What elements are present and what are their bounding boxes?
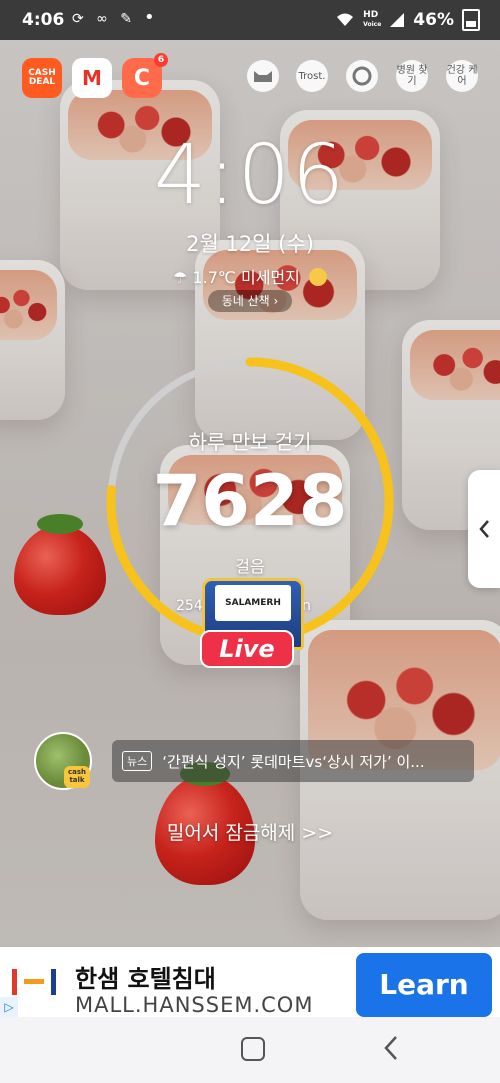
cat-icon — [254, 71, 272, 82]
wifi-icon — [337, 13, 354, 26]
trost-app-icon[interactable]: Trost. — [296, 60, 328, 92]
ad-banner[interactable]: 한샘 호텔침대 MALL.HANSSEM.COM Learn ▷ — [0, 947, 500, 1017]
health-label: 건강 케어 — [446, 65, 478, 87]
lock-clock: 4:06 — [153, 128, 347, 223]
status-time: 4:06 — [22, 10, 65, 30]
live-event-button[interactable]: SALAMERH Live — [196, 570, 304, 674]
status-bar: 4:06 ⟳ ∞ ✎ • HD Voice 46% — [0, 0, 500, 40]
back-button[interactable] — [380, 1031, 404, 1065]
m-app-label: M — [82, 66, 102, 90]
navigation-bar — [0, 1017, 500, 1083]
chip-app-icon[interactable] — [346, 60, 378, 92]
signal-icon — [390, 13, 405, 27]
chevron-right-icon: › — [273, 294, 279, 308]
ad-learn-button[interactable]: Learn — [356, 953, 492, 1017]
trost-label: Trost. — [298, 70, 326, 82]
hospital-label: 병원 찾기 — [396, 65, 428, 87]
cashdeal-app-icon[interactable]: CASH DEAL — [22, 58, 62, 98]
live-label: Live — [200, 630, 294, 668]
cloud-rain-icon: ☂ — [173, 268, 188, 287]
weather-line: ☂ 1.7℃ 미세먼지 — [0, 264, 500, 288]
more-notifications-dot: • — [144, 7, 155, 28]
ad-title: 한샘 호텔침대 — [75, 965, 216, 993]
c-app-label: C — [133, 65, 151, 91]
cashtalk-tag: cash talk — [64, 766, 90, 788]
notification-icons: ⟳ ∞ ✎ — [72, 11, 137, 27]
notification-badge: 6 — [154, 53, 168, 67]
c-app-icon[interactable]: C 6 — [122, 53, 168, 98]
battery-percent: 46% — [413, 10, 454, 30]
news-ticker[interactable]: 뉴스 ‘간편식 성지’ 롯데마트vs‘상시 저가’ 이... — [112, 740, 474, 782]
chip-icon — [352, 66, 372, 86]
hospital-app-icon[interactable]: 병원 찾기 — [396, 60, 428, 92]
neighborhood-walk-button[interactable]: 동네 산책 › — [208, 290, 292, 312]
news-tag: 뉴스 — [122, 751, 153, 771]
cat-app-icon[interactable] — [247, 60, 279, 92]
news-headline: ‘간편식 성지’ 롯데마트vs‘상시 저가’ 이... — [162, 752, 425, 771]
home-button[interactable] — [241, 1037, 265, 1061]
adchoices-icon[interactable]: ▷ — [0, 997, 18, 1017]
edge-panel-handle[interactable] — [468, 470, 500, 588]
status-right: HD Voice 46% — [335, 9, 480, 31]
cashdeal-label: CASH DEAL — [28, 68, 56, 87]
network-type: HD Voice — [363, 10, 382, 29]
health-app-icon[interactable]: 건강 케어 — [446, 60, 478, 92]
neighborhood-label: 동네 산책 — [221, 294, 270, 308]
steps-title: 하루 만보 걷기 — [188, 430, 312, 454]
steps-count: 7628 — [152, 460, 348, 542]
ad-url: MALL.HANSSEM.COM — [75, 993, 314, 1017]
air-quality-face-icon — [308, 268, 327, 286]
m-app-icon[interactable]: M — [72, 58, 112, 98]
chevron-left-icon — [479, 520, 489, 538]
swipe-unlock-hint[interactable]: 밀어서 잠금해제 >> — [0, 818, 500, 845]
live-brand: SALAMERH — [215, 585, 291, 621]
weather-text: 1.7℃ 미세먼지 — [192, 268, 300, 287]
lock-date: 2월 12일 (수) — [186, 232, 314, 256]
hanssem-logo-icon — [12, 969, 56, 995]
battery-icon — [462, 9, 480, 31]
